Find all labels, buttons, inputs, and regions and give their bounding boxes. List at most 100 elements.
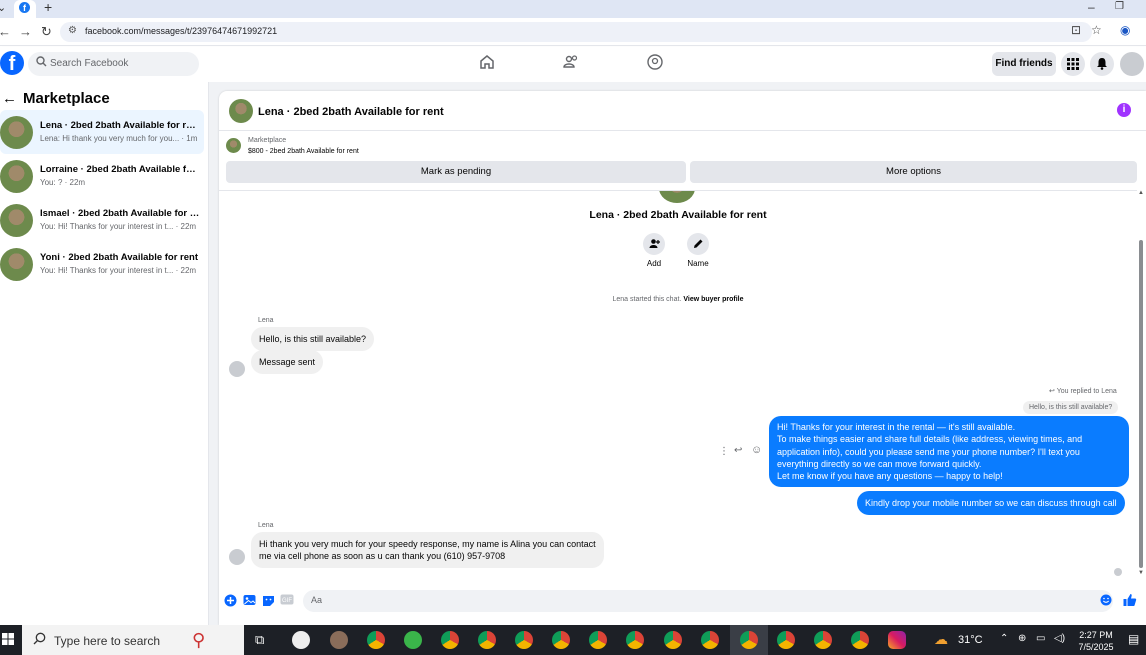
view-buyer-profile-link[interactable]: View buyer profile: [683, 296, 743, 303]
back-arrow-icon[interactable]: ←: [2, 90, 17, 107]
thread-scrollbar[interactable]: ▲ ▼: [1137, 190, 1146, 585]
browser-profile-icon[interactable]: ◉: [1120, 23, 1130, 37]
chat-title[interactable]: Lena · 2bed 2bath Available for rent: [258, 106, 444, 118]
chrome-icon[interactable]: [441, 631, 459, 649]
install-app-icon[interactable]: ⊡: [1071, 23, 1081, 37]
chrome-icon[interactable]: [515, 631, 533, 649]
thread-avatar: [659, 191, 695, 203]
tab-search-chevron-icon[interactable]: ⌄: [0, 1, 6, 14]
incoming-message[interactable]: Message sent: [251, 350, 324, 374]
menu-grid-icon[interactable]: [1061, 52, 1085, 76]
edit-name-button[interactable]: [687, 233, 709, 255]
chrome-icon[interactable]: [478, 631, 496, 649]
chrome-icon[interactable]: [664, 631, 682, 649]
browser-tab-facebook[interactable]: f: [14, 0, 36, 18]
info-icon[interactable]: i: [1117, 103, 1131, 117]
reply-icon[interactable]: ↩: [734, 445, 742, 456]
outgoing-message[interactable]: Kindly drop your mobile number so we can…: [857, 491, 1125, 516]
conversation-item[interactable]: Ismael · 2bed 2bath Available for r... Y…: [0, 198, 204, 242]
windows-start-icon[interactable]: [2, 633, 14, 645]
bicycle-icon: ⚲: [192, 630, 206, 650]
battery-icon[interactable]: ▭: [1036, 633, 1045, 644]
more-options-button[interactable]: More options: [690, 161, 1137, 183]
scroll-up-icon[interactable]: ▲: [1138, 190, 1144, 196]
chat-avatar[interactable]: [229, 99, 253, 123]
forward-arrow-icon[interactable]: →: [19, 24, 32, 39]
bookmark-star-icon[interactable]: ☆: [1091, 23, 1102, 37]
gif-icon[interactable]: GIF: [280, 594, 294, 608]
date: 7/5/2025: [1078, 642, 1114, 652]
tray-chevron-icon[interactable]: ⌃: [1000, 633, 1008, 644]
restore-button[interactable]: ❐: [1115, 1, 1124, 12]
listing-thumbnail: [0, 204, 33, 237]
url-text[interactable]: facebook.com/messages/t/2397647467199272…: [85, 26, 277, 36]
like-thumbs-up-icon[interactable]: [1123, 593, 1137, 607]
friends-icon[interactable]: [562, 53, 582, 73]
conversation-item[interactable]: Yoni · 2bed 2bath Available for rent You…: [0, 242, 204, 286]
listing-thumbnail: [0, 160, 33, 193]
find-friends-button[interactable]: Find friends: [992, 52, 1056, 76]
chrome-icon[interactable]: [552, 631, 570, 649]
attach-photo-icon[interactable]: [242, 594, 256, 608]
notification-center-icon[interactable]: ▤: [1128, 632, 1139, 646]
sender-name: Lena: [258, 317, 274, 324]
chrome-icon[interactable]: [777, 631, 795, 649]
chrome-icon[interactable]: [626, 631, 644, 649]
task-view-icon[interactable]: ⧉: [255, 632, 264, 648]
add-label: Add: [646, 259, 662, 268]
clock[interactable]: 2:27 PM 7/5/2025: [1078, 629, 1114, 653]
home-icon[interactable]: [478, 53, 498, 73]
mark-as-pending-button[interactable]: Mark as pending: [226, 161, 686, 183]
marketplace-title: Marketplace: [23, 90, 110, 107]
scrollbar-thumb[interactable]: [1139, 240, 1143, 568]
facebook-search[interactable]: Search Facebook: [28, 52, 199, 76]
back-arrow-icon[interactable]: ←: [0, 24, 11, 39]
more-actions-plus-icon[interactable]: [223, 594, 237, 608]
taskbar-search[interactable]: Type here to search ⚲: [22, 625, 244, 655]
utorrent-icon[interactable]: [404, 631, 422, 649]
chrome-icon[interactable]: [851, 631, 869, 649]
volume-icon[interactable]: ◁): [1054, 633, 1065, 644]
facebook-logo-icon[interactable]: f: [0, 51, 24, 75]
address-bar[interactable]: ⚙ facebook.com/messages/t/23976474671992…: [60, 22, 1092, 42]
listing-thumbnail[interactable]: [226, 138, 241, 153]
incoming-message[interactable]: Hello, is this still available?: [251, 327, 375, 351]
chrome-icon[interactable]: [740, 631, 758, 649]
listing-price-title[interactable]: $800 - 2bed 2bath Available for rent: [248, 148, 359, 155]
listing-thumbnail: [0, 116, 33, 149]
notifications-bell-icon[interactable]: [1090, 52, 1114, 76]
taskbar-app-icon[interactable]: [292, 631, 310, 649]
react-emoji-icon[interactable]: ☺: [751, 444, 762, 456]
name-label: Name: [687, 259, 709, 268]
minimize-button[interactable]: –: [1088, 0, 1095, 14]
weather-icon[interactable]: ☁: [934, 631, 948, 648]
chrome-icon[interactable]: [367, 631, 385, 649]
outgoing-message[interactable]: Hi! Thanks for your interest in the rent…: [769, 416, 1129, 488]
quoted-message[interactable]: Hello, is this still available?: [1023, 401, 1119, 414]
groups-icon[interactable]: [646, 53, 666, 73]
new-tab-button[interactable]: +: [44, 0, 52, 15]
conversation-name: Lena · 2bed 2bath Available for rent: [40, 120, 200, 131]
temperature[interactable]: 31°C: [958, 634, 983, 646]
account-avatar[interactable]: [1120, 52, 1144, 76]
chrome-icon[interactable]: [701, 631, 719, 649]
chrome-icon[interactable]: [814, 631, 832, 649]
site-settings-icon[interactable]: ⚙: [68, 25, 77, 36]
conversation-item[interactable]: Lorraine · 2bed 2bath Available for... Y…: [0, 154, 204, 198]
message-input[interactable]: [303, 590, 1113, 612]
taskbar-app-icon[interactable]: [330, 631, 348, 649]
instagram-icon[interactable]: [888, 631, 906, 649]
reload-icon[interactable]: ↻: [41, 24, 52, 40]
chrome-icon[interactable]: [589, 631, 607, 649]
sender-avatar: [229, 549, 245, 565]
incoming-message[interactable]: Hi thank you very much for your speedy r…: [251, 532, 604, 568]
sticker-icon[interactable]: [261, 594, 275, 608]
conversation-item[interactable]: Lena · 2bed 2bath Available for rent Len…: [0, 110, 204, 154]
seen-avatar: [1114, 568, 1122, 576]
add-contact-button[interactable]: [643, 233, 665, 255]
network-icon[interactable]: ⊕: [1018, 633, 1026, 644]
emoji-icon[interactable]: [1099, 594, 1113, 608]
scroll-down-icon[interactable]: ▼: [1138, 570, 1144, 576]
more-actions-icon[interactable]: ⋮: [719, 446, 729, 457]
search-icon: [36, 56, 47, 70]
